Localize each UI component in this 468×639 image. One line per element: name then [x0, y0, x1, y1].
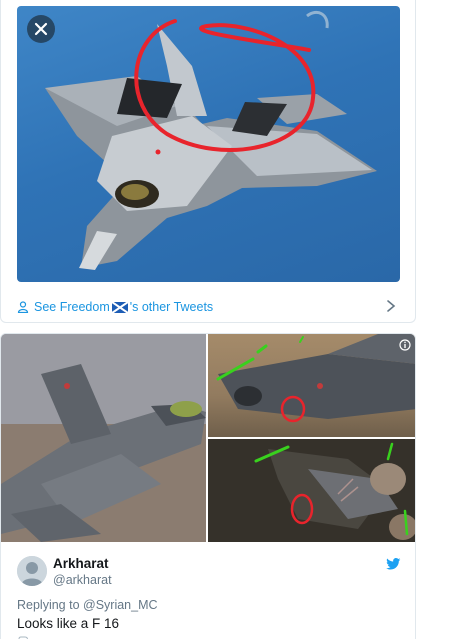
chevron-right-icon[interactable] [386, 299, 396, 313]
media-photo-2[interactable] [208, 334, 415, 437]
wreckage-image [208, 439, 415, 542]
fighter-jet-photo[interactable] [17, 6, 400, 282]
media-photo-3[interactable] [208, 439, 415, 542]
twitter-bird-icon[interactable] [386, 558, 401, 570]
see-more-suffix: 's other Tweets [129, 300, 214, 314]
see-other-tweets-link[interactable]: See Freedom 's other Tweets [17, 296, 400, 318]
tweet-header: Arkharat @arkharat [17, 556, 401, 596]
close-icon [34, 22, 48, 36]
media-photo-1[interactable] [1, 334, 206, 542]
user-handle[interactable]: @arkharat [53, 573, 112, 587]
display-name[interactable]: Arkharat [53, 556, 109, 571]
avatar[interactable] [17, 556, 47, 586]
replying-to[interactable]: Replying to @Syrian_MC [17, 598, 158, 612]
tweet-card-top: See Freedom 's other Tweets [0, 0, 416, 323]
media-grid [1, 334, 415, 542]
close-button[interactable] [27, 15, 55, 43]
f16-in-flight-image [1, 334, 206, 542]
info-icon[interactable] [399, 339, 411, 351]
person-icon [17, 301, 29, 313]
scotland-flag-icon [111, 301, 128, 313]
see-more-prefix: See Freedom [34, 300, 110, 314]
f16-tail-closeup-image [216, 334, 415, 423]
jet-illustration [45, 11, 377, 270]
tweet-card-bottom: Arkharat @arkharat Replying to @Syrian_M… [0, 333, 416, 639]
tweet-text: Looks like a F 16 [17, 616, 120, 631]
default-avatar-icon [17, 556, 47, 586]
